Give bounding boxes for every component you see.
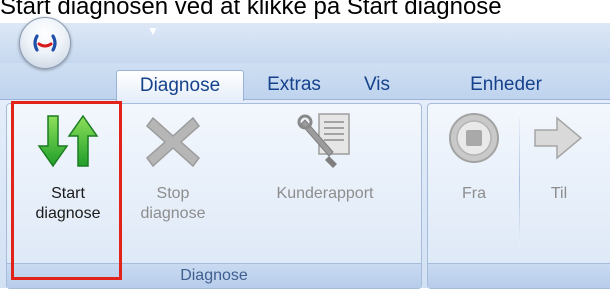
fra-button[interactable]: Fra — [438, 108, 510, 248]
stop-diagnose-label-line1: Stop — [156, 185, 190, 202]
stop-circle-icon — [449, 113, 499, 163]
fra-label: Fra — [438, 184, 510, 204]
highlight-box — [11, 101, 122, 280]
arrow-right-icon — [534, 116, 583, 160]
stop-diagnose-label: Stop diagnose — [128, 184, 218, 224]
stop-x-icon — [145, 116, 201, 168]
customer-report-label-line1: Kunderapport — [276, 185, 374, 202]
til-label: Til — [528, 184, 590, 204]
customer-report-icon — [297, 113, 350, 168]
app-logo-icon — [33, 34, 57, 52]
tab-diagnose[interactable]: Diagnose — [116, 70, 244, 101]
tab-enheder[interactable]: Enheder — [446, 70, 566, 100]
customer-report-button[interactable]: Kunderapport — [250, 108, 400, 248]
customer-report-label: Kunderapport — [250, 184, 400, 204]
title-bar: ▼ — [0, 23, 610, 63]
button-separator — [519, 118, 520, 246]
instruction-caption: Start diagnosen ved at klikke på Start d… — [0, 0, 502, 20]
application-menu-button[interactable] — [19, 17, 71, 69]
fra-label-line1: Fra — [462, 185, 486, 202]
til-button[interactable]: Til — [528, 108, 590, 248]
tab-vis[interactable]: Vis — [352, 70, 402, 100]
tab-extras[interactable]: Extras — [253, 70, 335, 100]
til-label-line1: Til — [550, 185, 568, 202]
stop-diagnose-button[interactable]: Stop diagnose — [128, 108, 218, 248]
group-label-navigation — [428, 263, 610, 288]
stop-diagnose-label-line2: diagnose — [140, 205, 206, 222]
quick-access-dropdown-icon[interactable]: ▼ — [146, 24, 160, 38]
